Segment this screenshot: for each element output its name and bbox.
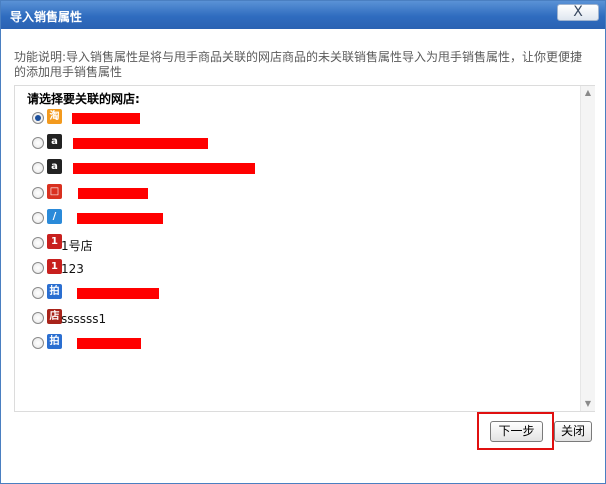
redacted-shop-name bbox=[73, 138, 208, 149]
shop-radio[interactable] bbox=[32, 312, 44, 324]
redacted-shop-name bbox=[73, 163, 255, 174]
shop-radio[interactable] bbox=[32, 237, 44, 249]
close-button[interactable]: 关闭 bbox=[554, 421, 592, 442]
close-icon[interactable]: X bbox=[557, 4, 599, 21]
vertical-scrollbar[interactable]: ▲ ▼ bbox=[580, 86, 595, 411]
shop-row[interactable]: 淘 bbox=[30, 108, 560, 130]
redacted-shop-name bbox=[72, 113, 140, 124]
shop-radio[interactable] bbox=[32, 162, 44, 174]
list-heading: 请选择要关联的网店: bbox=[27, 92, 140, 106]
amazon-icon: a bbox=[47, 159, 62, 174]
redacted-shop-name bbox=[77, 213, 163, 224]
shop-radio[interactable] bbox=[32, 212, 44, 224]
taobao-icon: 淘 bbox=[47, 109, 62, 124]
shop-name: 123 bbox=[61, 262, 84, 276]
shop-list: 请选择要关联的网店: 淘 a a □/1 1号店 1 123 拍店 ssssss1 拍 ▲ ▼ bbox=[14, 85, 595, 412]
shop-row[interactable]: 店 ssssss1 bbox=[30, 308, 560, 330]
scroll-up-icon[interactable]: ▲ bbox=[583, 88, 593, 98]
next-step-button[interactable]: 下一步 bbox=[490, 421, 543, 442]
redacted-shop-name bbox=[78, 188, 148, 199]
shop-row[interactable]: 1 1号店 bbox=[30, 233, 560, 255]
shop-row[interactable]: / bbox=[30, 208, 560, 230]
yhd-icon: 1 bbox=[47, 259, 62, 274]
scroll-down-icon[interactable]: ▼ bbox=[583, 399, 593, 409]
shop-row[interactable]: 拍 bbox=[30, 283, 560, 305]
shop-radio[interactable] bbox=[32, 112, 44, 124]
shop-radio[interactable] bbox=[32, 287, 44, 299]
shop-name: 1号店 bbox=[61, 239, 93, 253]
amazon-icon: a bbox=[47, 134, 62, 149]
feature-description: 功能说明:导入销售属性是将与甩手商品关联的网店商品的未关联销售属性导入为甩手销售… bbox=[14, 50, 583, 79]
shop-row[interactable]: 拍 bbox=[30, 333, 560, 355]
shop-radio[interactable] bbox=[32, 187, 44, 199]
shop-bag-icon: □ bbox=[47, 184, 62, 199]
shop-row[interactable]: 1 123 bbox=[30, 258, 560, 280]
redacted-shop-name bbox=[77, 338, 141, 349]
paipai-circle-icon: 拍 bbox=[47, 334, 62, 349]
store-icon: 店 bbox=[47, 309, 62, 324]
import-sales-attributes-dialog: 导入销售属性 X 功能说明:导入销售属性是将与甩手商品关联的网店商品的未关联销售… bbox=[0, 0, 606, 484]
shop-radio[interactable] bbox=[32, 337, 44, 349]
shop-name: ssssss1 bbox=[61, 312, 107, 326]
dialog-title: 导入销售属性 bbox=[10, 10, 83, 24]
shop-radio[interactable] bbox=[32, 137, 44, 149]
paipai-icon: / bbox=[47, 209, 62, 224]
shop-radio[interactable] bbox=[32, 262, 44, 274]
shop-row[interactable]: a bbox=[30, 158, 560, 180]
shop-row[interactable]: a bbox=[30, 133, 560, 155]
title-bar[interactable]: 导入销售属性 X bbox=[1, 1, 605, 29]
shop-row[interactable]: □ bbox=[30, 183, 560, 205]
redacted-shop-name bbox=[77, 288, 159, 299]
paipai-circle-icon: 拍 bbox=[47, 284, 62, 299]
yhd-icon: 1 bbox=[47, 234, 62, 249]
